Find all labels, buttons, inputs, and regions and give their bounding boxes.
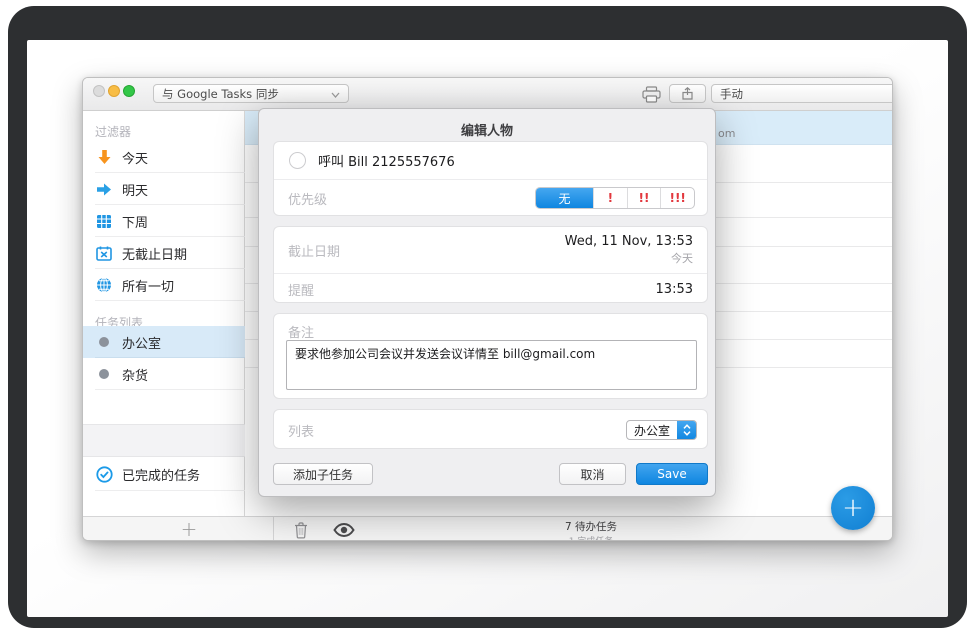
- list-select-value: 办公室: [627, 422, 677, 439]
- sidebar-item-next-week[interactable]: 下周: [83, 205, 245, 237]
- notes-card: 备注 要求他参加公司会议并发送会议详情至 bill@gmail.com: [273, 313, 708, 399]
- sidebar-item-label: 已完成的任务: [122, 465, 200, 484]
- sidebar-item-label: 下周: [122, 212, 148, 231]
- add-subtask-button[interactable]: 添加子任务: [273, 463, 373, 485]
- printer-icon: [642, 86, 661, 103]
- save-button[interactable]: Save: [636, 463, 708, 485]
- task-card: 呼叫 Bill 2125557676 优先级 无 ! !! !!!: [273, 141, 708, 216]
- todo-count: 7 待办任务: [501, 519, 681, 534]
- add-task-fab[interactable]: +: [831, 486, 875, 530]
- sidebar-item-tomorrow[interactable]: 明天: [83, 173, 245, 205]
- sidebar-item-groceries[interactable]: 杂货: [83, 358, 245, 390]
- priority-option-high[interactable]: !!!: [660, 188, 694, 208]
- calendar-x-icon: [95, 244, 113, 262]
- sidebar-separator-band: [83, 424, 245, 457]
- list-card: 列表 办公室: [273, 409, 708, 449]
- calendar-grid-icon: [95, 212, 113, 230]
- filters-header: 过滤器: [95, 123, 131, 140]
- share-button[interactable]: [669, 84, 706, 103]
- list-label: 列表: [288, 421, 314, 440]
- sidebar-item-label: 今天: [122, 148, 148, 167]
- task-title-row: 呼叫 Bill 2125557676: [274, 142, 707, 180]
- list-dot-icon: [95, 333, 113, 351]
- chevron-updown-icon: [677, 420, 696, 440]
- sidebar-item-label: 明天: [122, 180, 148, 199]
- sync-dropdown-label: 与 Google Tasks 同步: [162, 86, 279, 102]
- edit-task-dialog: 编辑人物 呼叫 Bill 2125557676 优先级 无 ! !! !!!: [258, 108, 716, 497]
- reminder-label: 提醒: [288, 280, 314, 299]
- task-counts: 7 待办任务 1 完成任务: [501, 519, 681, 541]
- close-window-button[interactable]: [93, 85, 105, 97]
- view-options-button[interactable]: [331, 520, 357, 540]
- reminder-row[interactable]: 提醒 13:53: [274, 274, 707, 304]
- sidebar-item-label: 办公室: [122, 333, 161, 352]
- sidebar-item-today[interactable]: 今天: [83, 141, 245, 173]
- due-date-row[interactable]: 截止日期 Wed, 11 Nov, 13:53 今天: [274, 227, 707, 274]
- check-circle-icon: [95, 466, 113, 484]
- divider: [273, 517, 274, 541]
- sidebar-item-completed-tasks[interactable]: 已完成的任务: [83, 458, 245, 491]
- done-count: 1 完成任务: [501, 534, 681, 541]
- due-date-label: 截止日期: [288, 241, 340, 260]
- desktop: 与 Google Tasks 同步: [27, 40, 948, 617]
- task-title[interactable]: 呼叫 Bill 2125557676: [318, 151, 455, 170]
- task-note-fragment: om: [718, 127, 735, 140]
- list-dot-icon: [95, 365, 113, 383]
- trash-icon: [294, 522, 308, 539]
- right-arrow-icon: [95, 180, 113, 198]
- notes-label: 备注: [288, 322, 314, 341]
- reminder-value: 13:53: [656, 282, 693, 297]
- sidebar-item-no-due-date[interactable]: 无截止日期: [83, 237, 245, 269]
- sidebar-item-label: 所有一切: [122, 276, 174, 295]
- sync-dropdown[interactable]: 与 Google Tasks 同步: [153, 84, 349, 103]
- sidebar-item-label: 无截止日期: [122, 244, 187, 263]
- add-list-button[interactable]: +: [175, 517, 203, 541]
- schedule-card: 截止日期 Wed, 11 Nov, 13:53 今天 提醒 13:53: [273, 226, 708, 303]
- status-bar: + 7 待办任务 1 完成任: [83, 516, 893, 541]
- priority-option-medium[interactable]: !!: [627, 188, 661, 208]
- trash-button[interactable]: [288, 520, 314, 540]
- sidebar-item-label: 杂货: [122, 365, 148, 384]
- due-date-values: Wed, 11 Nov, 13:53 今天: [565, 234, 693, 266]
- notes-input[interactable]: 要求他参加公司会议并发送会议详情至 bill@gmail.com: [286, 340, 697, 390]
- eye-icon: [333, 523, 355, 537]
- priority-segmented-control: 无 ! !! !!!: [535, 187, 695, 209]
- print-button[interactable]: [639, 83, 663, 105]
- sidebar: 过滤器 今天 明天: [83, 111, 245, 516]
- list-select[interactable]: 办公室: [626, 420, 697, 440]
- globe-icon: [95, 276, 113, 294]
- sidebar-item-everything[interactable]: 所有一切: [83, 269, 245, 301]
- priority-label: 优先级: [288, 189, 327, 208]
- minimize-window-button[interactable]: [108, 85, 120, 97]
- cancel-button[interactable]: 取消: [559, 463, 626, 485]
- down-arrow-icon: [95, 148, 113, 166]
- sidebar-item-office[interactable]: 办公室: [83, 326, 245, 358]
- device-frame: 与 Google Tasks 同步: [8, 6, 967, 628]
- dialog-title: 编辑人物: [259, 120, 715, 139]
- zoom-window-button[interactable]: [123, 85, 135, 97]
- sync-mode-dropdown[interactable]: 手动: [711, 84, 893, 103]
- priority-option-none[interactable]: 无: [536, 188, 593, 208]
- chevron-down-icon: [331, 87, 340, 101]
- share-icon: [682, 87, 693, 100]
- titlebar: 与 Google Tasks 同步: [83, 78, 892, 111]
- due-date-relative: 今天: [565, 250, 693, 266]
- priority-option-low[interactable]: !: [593, 188, 627, 208]
- task-checkbox[interactable]: [289, 152, 306, 169]
- due-date-value: Wed, 11 Nov, 13:53: [565, 234, 693, 249]
- sync-mode-label: 手动: [720, 86, 743, 102]
